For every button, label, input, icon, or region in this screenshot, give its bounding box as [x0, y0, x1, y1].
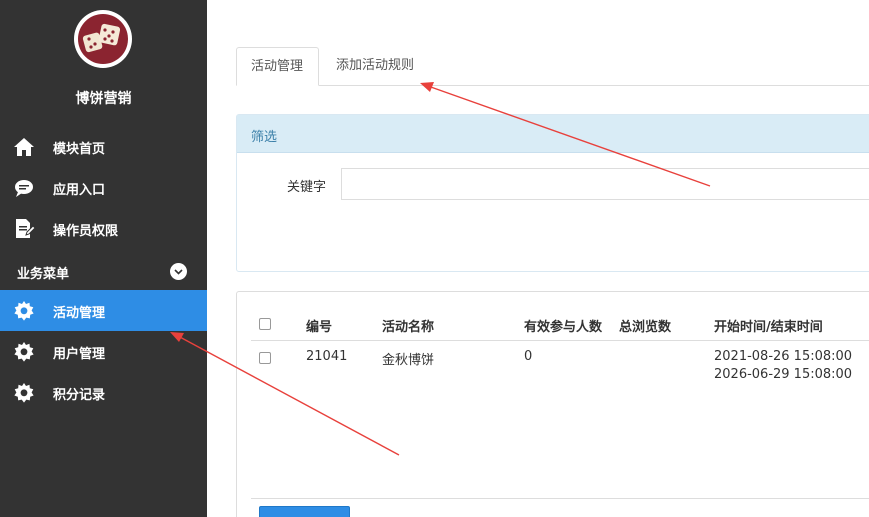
activity-table: 编号 活动名称 有效参与人数 总浏览数 开始时间/结束时间 21041 金秋博饼… — [236, 291, 869, 517]
brand-name: 博饼营销 — [75, 91, 132, 107]
select-all-checkbox[interactable] — [259, 318, 271, 330]
cell-name: 金秋博饼 — [382, 353, 435, 368]
chevron-down-icon[interactable] — [170, 263, 187, 280]
cell-participants: 0 — [524, 349, 533, 364]
keyword-input[interactable] — [341, 168, 869, 200]
sidebar-item-label: 操作员权限 — [53, 224, 119, 239]
sidebar-item-label: 模块首页 — [53, 142, 106, 157]
column-header-name: 活动名称 — [382, 320, 435, 335]
gear-icon — [13, 300, 35, 322]
document-edit-icon — [13, 218, 36, 240]
bottom-action-button[interactable] — [259, 506, 350, 517]
tab-activity-management[interactable]: 活动管理 — [236, 47, 319, 86]
home-icon — [13, 136, 35, 158]
column-header-id: 编号 — [306, 320, 333, 335]
dice-logo-icon — [78, 14, 128, 64]
sidebar-item-points-record[interactable]: 积分记录 — [0, 372, 207, 413]
filter-title: 筛选 — [251, 130, 278, 145]
tab-bar: 活动管理 添加活动规则 — [236, 47, 869, 86]
chat-icon — [13, 177, 35, 199]
cell-start-time: 2021-08-26 15:08:00 — [714, 349, 853, 364]
sidebar-group-label: 业务菜单 — [17, 267, 70, 282]
sidebar: 博饼营销 模块首页 应用入口 操作员权限 业务菜单 活动管理 用户管理 积分记录 — [0, 0, 207, 517]
sidebar-item-user-management[interactable]: 用户管理 — [0, 331, 207, 372]
filter-panel: 筛选 关键字 — [236, 114, 869, 272]
column-header-participants: 有效参与人数 — [524, 320, 603, 335]
sidebar-item-app-entry[interactable]: 应用入口 — [0, 167, 207, 208]
sidebar-item-label: 积分记录 — [53, 388, 106, 403]
table-header-divider — [251, 340, 869, 341]
gear-icon — [13, 341, 35, 363]
cell-end-time: 2026-06-29 15:08:00 — [714, 367, 853, 382]
table-footer-divider — [251, 498, 869, 499]
sidebar-item-label: 用户管理 — [53, 347, 106, 362]
sidebar-item-label: 应用入口 — [53, 183, 106, 198]
cell-id: 21041 — [306, 349, 348, 364]
gear-icon — [13, 382, 35, 404]
sidebar-item-activity-management[interactable]: 活动管理 — [0, 290, 207, 331]
sidebar-group-business-menu[interactable]: 业务菜单 — [0, 252, 207, 290]
tab-add-activity-rule[interactable]: 添加活动规则 — [322, 47, 428, 86]
sidebar-item-home[interactable]: 模块首页 — [0, 126, 207, 167]
row-checkbox[interactable] — [259, 352, 271, 364]
keyword-label: 关键字 — [287, 180, 327, 195]
app-logo — [74, 10, 132, 68]
sidebar-item-operator-permissions[interactable]: 操作员权限 — [0, 208, 207, 249]
column-header-time: 开始时间/结束时间 — [714, 320, 823, 335]
sidebar-item-label: 活动管理 — [53, 306, 106, 321]
column-header-views: 总浏览数 — [619, 320, 672, 335]
filter-panel-header: 筛选 — [237, 115, 869, 153]
